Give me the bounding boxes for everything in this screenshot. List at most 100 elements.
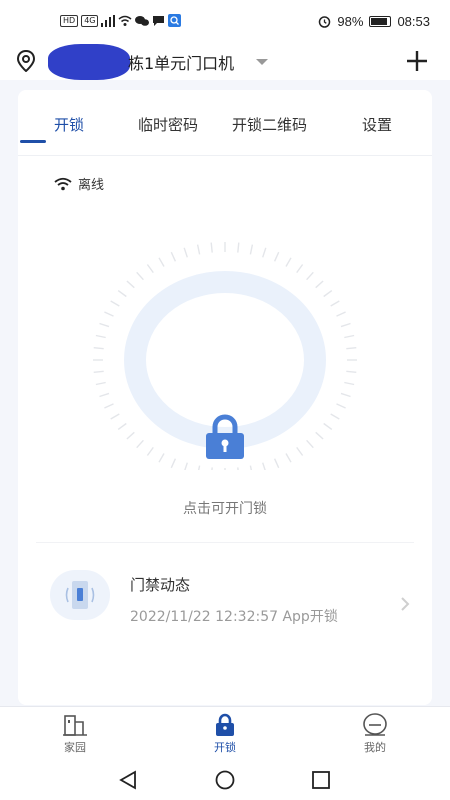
ring-tick	[104, 311, 114, 317]
ring-tick	[210, 242, 213, 253]
battery-percent: 98%	[337, 14, 364, 29]
bottom-nav: 家园 开锁 我的	[0, 706, 450, 762]
ring-tick	[211, 467, 213, 470]
ring-center	[155, 300, 295, 420]
ring-tick	[330, 300, 340, 307]
chevron-right-icon[interactable]	[400, 596, 410, 612]
access-activity-row[interactable]: 门禁动态 2022/11/22 12:32:57 App开锁	[36, 566, 414, 632]
ring-tick	[99, 392, 110, 398]
system-nav-bar	[0, 762, 450, 800]
ring-tick	[285, 453, 292, 463]
hd-badge: HD	[60, 14, 79, 27]
battery-icon	[369, 16, 392, 27]
device-selector-title[interactable]: 栋1单元门口机	[128, 50, 234, 74]
ring-tick	[315, 280, 324, 289]
ring-tick	[99, 322, 110, 328]
ring-tick	[285, 257, 292, 267]
ring-tick	[170, 458, 177, 469]
ring-tick	[249, 244, 254, 255]
ring-tick	[196, 244, 201, 255]
status-right-icons: 98% 08:53	[318, 14, 430, 29]
redacted-address	[48, 44, 130, 80]
ring-tick	[146, 446, 154, 456]
ring-tick	[346, 347, 357, 350]
ring-tick	[237, 467, 239, 470]
ring-tick	[93, 370, 104, 373]
ring-tick	[306, 439, 314, 449]
ring-tick	[336, 311, 346, 317]
ring-tick	[346, 370, 357, 373]
ring-tick	[340, 322, 351, 328]
section-divider	[36, 542, 414, 543]
ring-tick	[110, 413, 120, 420]
nav-unlock-label: 开锁	[214, 741, 236, 754]
ring-tick	[323, 422, 333, 430]
active-tab-indicator	[20, 140, 46, 143]
home-icon[interactable]	[214, 770, 236, 790]
unlock-lock-button[interactable]	[204, 414, 246, 462]
chevron-down-icon[interactable]	[256, 59, 268, 65]
ring-tick	[273, 458, 280, 469]
ring-tick	[104, 403, 114, 409]
device-status-label: 离线	[78, 178, 105, 193]
ring-tick	[110, 300, 120, 307]
recents-icon[interactable]	[310, 770, 332, 790]
profile-face-icon	[363, 713, 387, 736]
wechat-icon	[135, 15, 150, 26]
unlock-card: 开锁 临时密码 开锁二维码 设置 离线 点击可开门锁 门禁动态 2022/11/…	[18, 90, 432, 705]
nav-home[interactable]: 家园	[45, 713, 105, 755]
ring-tick	[306, 271, 314, 281]
ring-tick	[146, 264, 154, 274]
ring-tick	[296, 264, 304, 274]
tab-settings[interactable]: 设置	[362, 114, 392, 135]
ring-tick	[336, 403, 346, 409]
status-bar: HD 4G 98% 08:53	[0, 0, 450, 40]
ring-tick	[95, 381, 106, 386]
nav-mine[interactable]: 我的	[345, 713, 405, 755]
ring-tick	[183, 247, 188, 258]
nav-unlock[interactable]: 开锁	[195, 713, 255, 755]
ring-tick	[330, 413, 340, 420]
tab-unlock[interactable]: 开锁	[54, 114, 84, 135]
status-left-icons: HD 4G	[60, 14, 182, 27]
ring-tick	[136, 439, 144, 449]
header-bar: 栋1单元门口机	[0, 40, 450, 80]
location-pin-icon[interactable]	[16, 50, 36, 72]
ring-tick	[340, 392, 351, 398]
message-icon	[153, 15, 165, 26]
ring-tick	[93, 347, 104, 350]
ring-tick	[296, 446, 304, 456]
ring-tick	[126, 280, 135, 289]
tab-bar: 开锁 临时密码 开锁二维码 设置	[18, 90, 432, 156]
ring-tick	[117, 290, 127, 298]
ring-tick	[344, 381, 355, 386]
lock-icon	[216, 713, 234, 736]
ring-tick	[262, 462, 266, 470]
ring-tick	[249, 465, 253, 470]
add-device-button[interactable]	[404, 48, 430, 74]
ring-tick	[117, 422, 127, 430]
alarm-icon	[319, 16, 331, 28]
nav-mine-label: 我的	[364, 741, 386, 754]
ring-tick	[315, 431, 324, 440]
signal-icon	[101, 14, 116, 27]
door-activity-icon	[50, 570, 110, 620]
nav-home-label: 家园	[64, 741, 86, 754]
tab-unlock-qrcode[interactable]: 开锁二维码	[232, 114, 307, 135]
building-icon	[63, 715, 87, 736]
activity-title: 门禁动态	[130, 576, 191, 594]
ring-tick	[158, 453, 165, 463]
clock-time: 08:53	[397, 14, 430, 29]
ring-tick	[95, 334, 106, 339]
wifi-icon	[119, 15, 132, 26]
ring-tick	[184, 462, 188, 470]
ring-tick	[136, 271, 144, 281]
ring-tick	[273, 251, 280, 262]
search-app-icon	[168, 14, 182, 27]
back-icon[interactable]	[117, 770, 139, 790]
ring-tick	[170, 251, 177, 262]
activity-latest-record: 2022/11/22 12:32:57 App开锁	[130, 609, 338, 625]
tab-temp-password[interactable]: 临时密码	[138, 114, 198, 135]
ring-tick	[126, 431, 135, 440]
device-status: 离线	[54, 174, 104, 193]
